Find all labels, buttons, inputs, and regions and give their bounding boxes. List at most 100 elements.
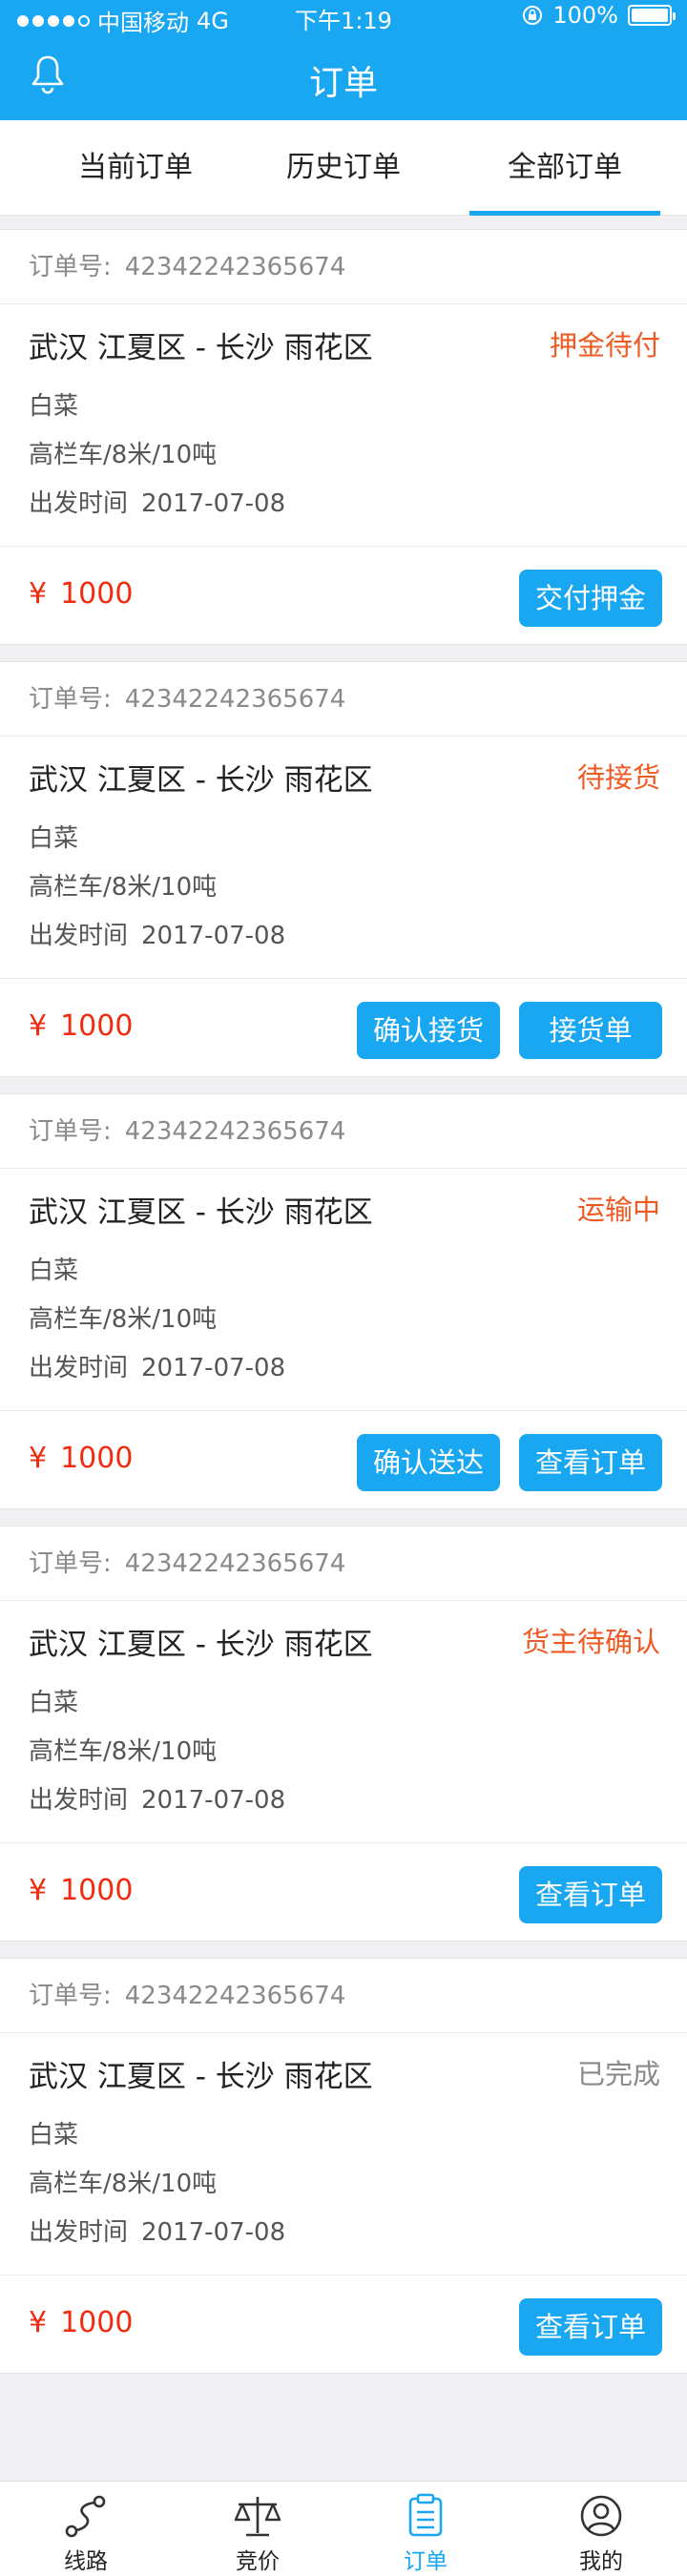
departure-label: 出发时间: [29, 489, 129, 518]
order-footer: ¥1000 交付押金: [0, 547, 687, 644]
top-bar: 中国移动 4G 下午1:19 100% 订单: [0, 0, 687, 120]
view-order-button[interactable]: 查看订单: [519, 1866, 662, 1923]
cargo-name: 白菜: [29, 1689, 79, 1717]
currency-symbol: ¥: [29, 577, 48, 611]
order-number: 42342242365674: [124, 1982, 346, 2010]
cargo-name: 白菜: [29, 1257, 79, 1285]
order-number-label: 订单号:: [29, 1982, 112, 2010]
order-body: 武汉 江夏区 - 长沙 雨花区 运输中 白菜 高栏车/8米/10吨 出发时间 20…: [0, 1169, 687, 1411]
bottom-tab-bar: 线路 竞价 订单 我的: [0, 2481, 687, 2576]
tabbar-item-route[interactable]: 线路: [19, 2482, 153, 2576]
order-route: 武汉 江夏区 - 长沙 雨花区: [29, 763, 373, 798]
tab-label: 当前订单: [78, 151, 193, 184]
order-card[interactable]: 订单号: 42342242365674 武汉 江夏区 - 长沙 雨花区 已完成 白…: [0, 1958, 687, 2374]
battery-icon: [628, 5, 676, 26]
currency-symbol: ¥: [29, 1009, 48, 1043]
tabbar-item-orders[interactable]: 订单: [359, 2482, 492, 2576]
order-number: 42342242365674: [124, 253, 346, 281]
departure-label: 出发时间: [29, 1786, 129, 1815]
order-card[interactable]: 订单号: 42342242365674 武汉 江夏区 - 长沙 雨花区 运输中 白…: [0, 1093, 687, 1509]
departure-info: 出发时间 2017-07-08: [29, 2212, 285, 2248]
order-number: 42342242365674: [124, 1549, 346, 1578]
currency-symbol: ¥: [29, 1442, 48, 1475]
tabbar-item-bidding[interactable]: 竞价: [191, 2482, 324, 2576]
order-price: ¥1000: [29, 1442, 133, 1475]
tab-history-orders[interactable]: 历史订单: [248, 120, 439, 216]
tab-all-orders[interactable]: 全部订单: [469, 120, 660, 216]
pay-deposit-button[interactable]: 交付押金: [519, 570, 662, 627]
cargo-name: 白菜: [29, 2121, 79, 2150]
vehicle-info: 高栏车/8米/10吨: [29, 873, 218, 902]
departure-info: 出发时间 2017-07-08: [29, 1780, 285, 1816]
orientation-lock-icon: [523, 6, 543, 25]
cargo-name: 白菜: [29, 824, 79, 853]
confirm-delivery-button[interactable]: 确认送达: [357, 1434, 500, 1491]
page-title: 订单: [308, 64, 378, 103]
order-price: ¥1000: [29, 577, 133, 611]
vehicle-info: 高栏车/8米/10吨: [29, 1305, 218, 1334]
order-route: 武汉 江夏区 - 长沙 雨花区: [29, 1628, 373, 1662]
price-value: 1000: [60, 1874, 134, 1907]
departure-info: 出发时间 2017-07-08: [29, 916, 285, 951]
tab-label: 全部订单: [508, 151, 622, 184]
order-card[interactable]: 订单号: 42342242365674 武汉 江夏区 - 长沙 雨花区 押金待付 …: [0, 229, 687, 645]
order-number-label: 订单号:: [29, 685, 112, 714]
tab-current-orders[interactable]: 当前订单: [40, 120, 231, 216]
departure-label: 出发时间: [29, 2218, 129, 2247]
order-price: ¥1000: [29, 1874, 133, 1907]
order-footer: ¥1000 接货单 确认接货: [0, 979, 687, 1076]
scale-icon: [234, 2497, 281, 2537]
order-body: 武汉 江夏区 - 长沙 雨花区 货主待确认 白菜 高栏车/8米/10吨 出发时间…: [0, 1601, 687, 1843]
order-status: 货主待确认: [521, 1626, 660, 1658]
order-number: 42342242365674: [124, 685, 346, 714]
order-status: 押金待付: [549, 329, 660, 362]
order-tabs: 当前订单 历史订单 全部订单: [0, 120, 687, 216]
order-body: 武汉 江夏区 - 长沙 雨花区 已完成 白菜 高栏车/8米/10吨 出发时间 20…: [0, 2033, 687, 2275]
price-value: 1000: [60, 577, 134, 611]
cargo-name: 白菜: [29, 392, 79, 421]
order-route: 武汉 江夏区 - 长沙 雨花区: [29, 331, 373, 365]
tabbar-label: 订单: [404, 2549, 448, 2574]
departure-info: 出发时间 2017-07-08: [29, 1348, 285, 1383]
departure-date: 2017-07-08: [141, 922, 286, 950]
order-price: ¥1000: [29, 1009, 133, 1043]
user-icon: [580, 2495, 622, 2537]
view-order-button[interactable]: 查看订单: [519, 2298, 662, 2356]
order-card[interactable]: 订单号: 42342242365674 武汉 江夏区 - 长沙 雨花区 货主待确认…: [0, 1526, 687, 1942]
status-right: 100%: [522, 2, 676, 29]
confirm-pickup-button[interactable]: 确认接货: [357, 1002, 500, 1059]
departure-date: 2017-07-08: [141, 2218, 286, 2247]
order-number-row: 订单号: 42342242365674: [0, 1094, 687, 1169]
clipboard-icon: [408, 2493, 443, 2537]
vehicle-info: 高栏车/8米/10吨: [29, 441, 218, 469]
view-order-button[interactable]: 查看订单: [519, 1434, 662, 1491]
order-route: 武汉 江夏区 - 长沙 雨花区: [29, 2060, 373, 2094]
order-status: 运输中: [576, 1194, 660, 1226]
tabbar-label: 竞价: [236, 2549, 280, 2574]
order-number-label: 订单号:: [29, 1117, 112, 1146]
order-card[interactable]: 订单号: 42342242365674 武汉 江夏区 - 长沙 雨花区 待接货 白…: [0, 661, 687, 1077]
route-icon: [65, 2495, 106, 2538]
departure-date: 2017-07-08: [141, 1354, 286, 1382]
departure-info: 出发时间 2017-07-08: [29, 484, 285, 519]
order-number-label: 订单号:: [29, 1549, 112, 1578]
vehicle-info: 高栏车/8米/10吨: [29, 1737, 218, 1766]
battery-percent: 100%: [552, 2, 618, 29]
currency-symbol: ¥: [29, 2306, 48, 2339]
tabbar-item-profile[interactable]: 我的: [534, 2482, 668, 2576]
order-number-row: 订单号: 42342242365674: [0, 1959, 687, 2033]
order-number-row: 订单号: 42342242365674: [0, 1527, 687, 1601]
order-footer: ¥1000 查看订单: [0, 1843, 687, 1941]
departure-date: 2017-07-08: [141, 1786, 286, 1815]
vehicle-info: 高栏车/8米/10吨: [29, 2170, 218, 2198]
order-number-row: 订单号: 42342242365674: [0, 230, 687, 304]
pickup-slip-button[interactable]: 接货单: [519, 1002, 662, 1059]
order-body: 武汉 江夏区 - 长沙 雨花区 待接货 白菜 高栏车/8米/10吨 出发时间 20…: [0, 737, 687, 979]
status-bar: 中国移动 4G 下午1:19 100%: [0, 0, 687, 36]
order-number-row: 订单号: 42342242365674: [0, 662, 687, 737]
tab-label: 历史订单: [286, 151, 401, 184]
tabbar-label: 线路: [64, 2549, 108, 2574]
order-status: 已完成: [576, 2058, 660, 2090]
tabbar-label: 我的: [579, 2549, 623, 2574]
order-number: 42342242365674: [124, 1117, 346, 1146]
